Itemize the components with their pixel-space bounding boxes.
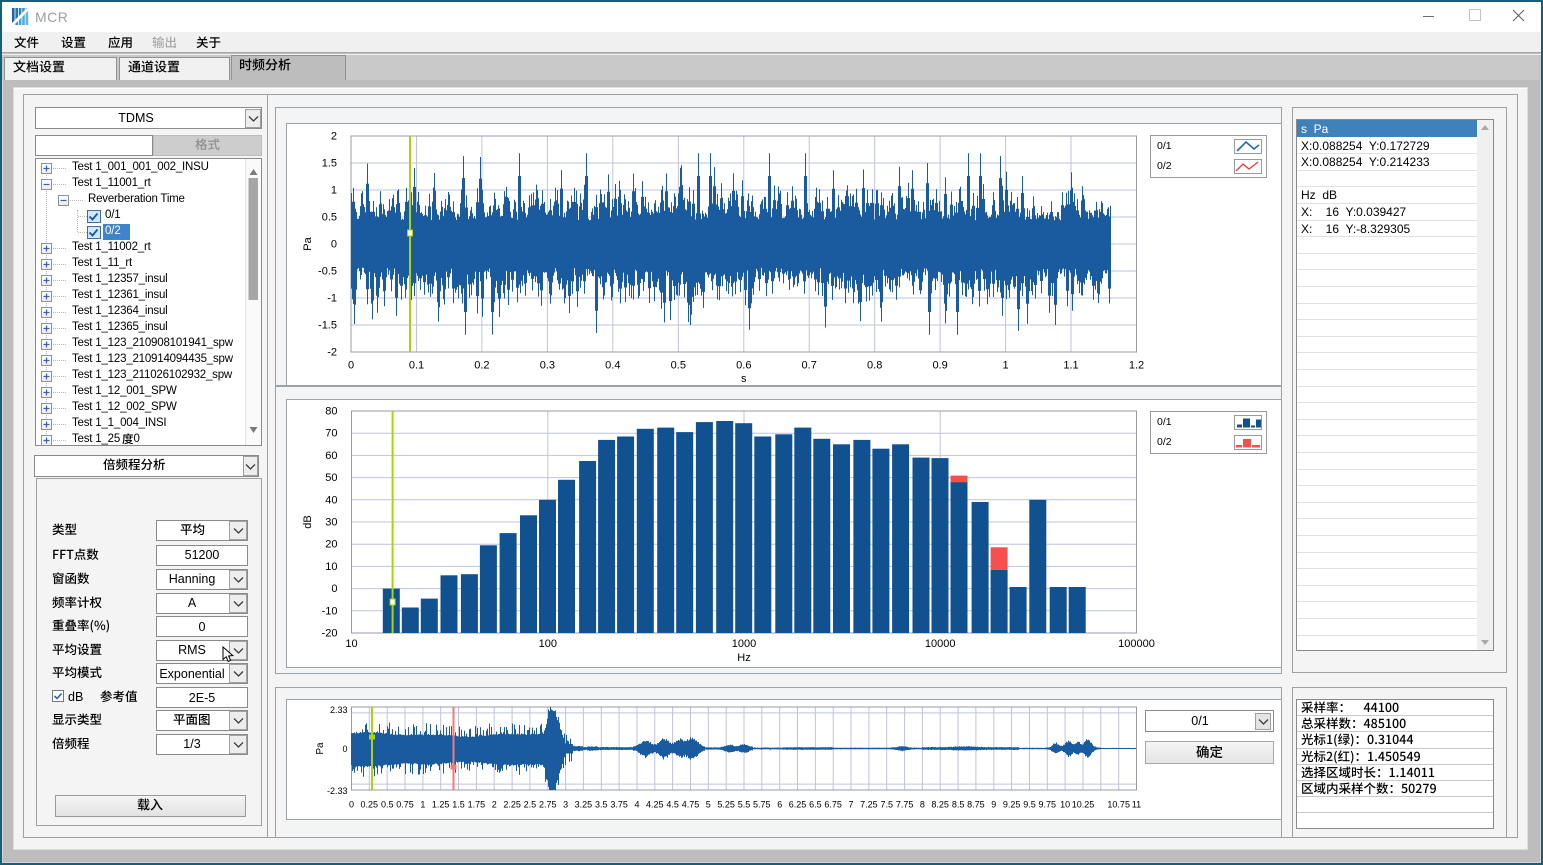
svg-text:8.75: 8.75 xyxy=(967,800,985,810)
svg-text:6.5: 6.5 xyxy=(809,800,822,810)
svg-text:1.75: 1.75 xyxy=(468,800,486,810)
svg-text:10000: 10000 xyxy=(925,638,956,650)
svg-text:0.7: 0.7 xyxy=(802,360,817,372)
svg-text:-20: -20 xyxy=(322,628,338,640)
svg-text:10.25: 10.25 xyxy=(1072,800,1095,810)
svg-text:8.25: 8.25 xyxy=(931,800,949,810)
svg-text:0.5: 0.5 xyxy=(322,212,337,224)
svg-text:0: 0 xyxy=(331,239,337,251)
svg-text:-1.5: -1.5 xyxy=(318,320,337,332)
svg-text:0.75: 0.75 xyxy=(396,800,414,810)
svg-text:9.5: 9.5 xyxy=(1023,800,1036,810)
svg-text:5.25: 5.25 xyxy=(717,800,735,810)
svg-text:0.9: 0.9 xyxy=(932,360,947,372)
svg-text:Hz: Hz xyxy=(737,652,750,664)
svg-text:3.5: 3.5 xyxy=(595,800,608,810)
svg-text:-2.33: -2.33 xyxy=(327,786,348,796)
svg-text:7.5: 7.5 xyxy=(880,800,893,810)
svg-text:0.1: 0.1 xyxy=(409,360,424,372)
svg-text:-10: -10 xyxy=(322,605,338,617)
svg-text:3.75: 3.75 xyxy=(610,800,628,810)
svg-text:10: 10 xyxy=(325,561,337,573)
svg-text:3: 3 xyxy=(563,800,568,810)
svg-text:7.25: 7.25 xyxy=(860,800,878,810)
svg-text:0: 0 xyxy=(331,583,337,595)
svg-text:9: 9 xyxy=(991,800,996,810)
svg-text:5: 5 xyxy=(706,800,711,810)
svg-text:10.75: 10.75 xyxy=(1107,800,1130,810)
svg-text:4.25: 4.25 xyxy=(646,800,664,810)
svg-text:4.5: 4.5 xyxy=(666,800,679,810)
svg-text:0.25: 0.25 xyxy=(361,800,379,810)
svg-text:100000: 100000 xyxy=(1118,638,1155,650)
svg-text:-2: -2 xyxy=(327,347,337,359)
svg-text:1.5: 1.5 xyxy=(322,158,337,170)
svg-text:5.5: 5.5 xyxy=(738,800,751,810)
svg-text:6.25: 6.25 xyxy=(789,800,807,810)
svg-text:10: 10 xyxy=(345,638,357,650)
svg-text:8: 8 xyxy=(920,800,925,810)
svg-text:7: 7 xyxy=(848,800,853,810)
svg-text:9.25: 9.25 xyxy=(1003,800,1021,810)
svg-text:9.75: 9.75 xyxy=(1039,800,1057,810)
svg-text:Pa: Pa xyxy=(315,742,326,755)
svg-text:1.2: 1.2 xyxy=(1129,360,1144,372)
svg-text:0.8: 0.8 xyxy=(867,360,882,372)
svg-text:1: 1 xyxy=(420,800,425,810)
svg-text:60: 60 xyxy=(325,450,337,462)
svg-text:6.75: 6.75 xyxy=(824,800,842,810)
svg-text:-0.5: -0.5 xyxy=(318,266,337,278)
svg-text:80: 80 xyxy=(325,406,337,418)
svg-text:6: 6 xyxy=(777,800,782,810)
svg-text:4: 4 xyxy=(634,800,639,810)
svg-text:7.75: 7.75 xyxy=(896,800,914,810)
svg-text:2: 2 xyxy=(492,800,497,810)
svg-text:dB: dB xyxy=(302,515,314,528)
svg-text:2.75: 2.75 xyxy=(539,800,557,810)
svg-text:1: 1 xyxy=(331,185,337,197)
svg-text:0: 0 xyxy=(349,800,354,810)
svg-text:100: 100 xyxy=(539,638,557,650)
svg-text:20: 20 xyxy=(325,539,337,551)
svg-text:1.25: 1.25 xyxy=(432,800,450,810)
svg-text:2.25: 2.25 xyxy=(503,800,521,810)
svg-text:0.6: 0.6 xyxy=(736,360,751,372)
svg-text:-1: -1 xyxy=(327,293,337,305)
svg-text:1: 1 xyxy=(1003,360,1009,372)
svg-text:0.3: 0.3 xyxy=(540,360,555,372)
svg-text:40: 40 xyxy=(325,494,337,506)
svg-text:0: 0 xyxy=(348,360,354,372)
svg-text:10: 10 xyxy=(1060,800,1070,810)
svg-text:2: 2 xyxy=(331,131,337,143)
svg-text:Pa: Pa xyxy=(302,236,314,250)
svg-text:0.5: 0.5 xyxy=(381,800,394,810)
svg-text:0.5: 0.5 xyxy=(671,360,686,372)
svg-text:2.33: 2.33 xyxy=(330,705,348,715)
svg-text:11: 11 xyxy=(1132,800,1141,810)
svg-text:5.75: 5.75 xyxy=(753,800,771,810)
svg-text:4.75: 4.75 xyxy=(682,800,700,810)
svg-text:70: 70 xyxy=(325,428,337,440)
svg-text:1000: 1000 xyxy=(732,638,756,650)
svg-text:0: 0 xyxy=(342,744,347,754)
svg-text:50: 50 xyxy=(325,472,337,484)
svg-text:8.5: 8.5 xyxy=(952,800,965,810)
svg-text:1.5: 1.5 xyxy=(452,800,465,810)
svg-text:3.25: 3.25 xyxy=(575,800,593,810)
svg-text:1.1: 1.1 xyxy=(1063,360,1078,372)
svg-text:30: 30 xyxy=(325,517,337,529)
svg-text:0.4: 0.4 xyxy=(605,360,620,372)
svg-text:0.2: 0.2 xyxy=(474,360,489,372)
svg-text:2.5: 2.5 xyxy=(524,800,537,810)
svg-text:s: s xyxy=(741,373,747,385)
